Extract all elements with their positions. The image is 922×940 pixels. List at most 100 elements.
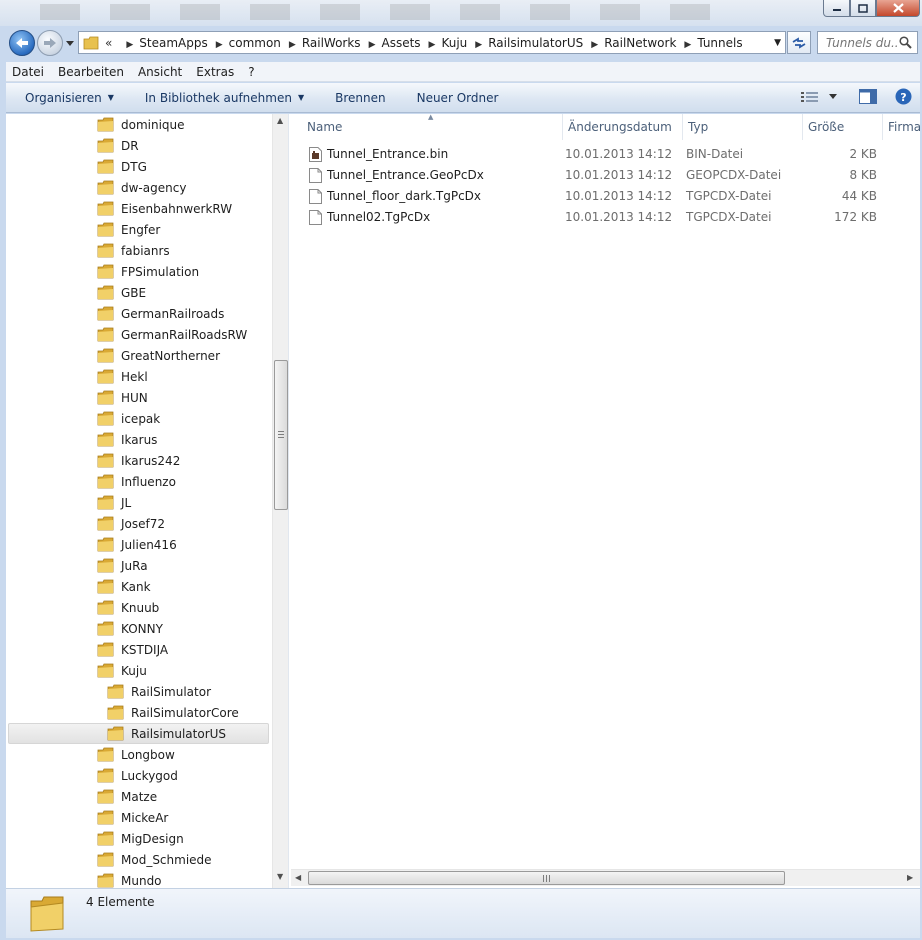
breadcrumb-chevron-icon[interactable]: ▶	[475, 40, 482, 50]
tree-item[interactable]: Longbow	[97, 744, 175, 765]
tree-item[interactable]: GreatNortherner	[97, 345, 220, 366]
breadcrumb-item[interactable]: Assets	[381, 36, 420, 50]
file-row[interactable]: Tunnel_floor_dark.TgPcDx 10.01.2013 14:12…	[303, 186, 877, 207]
breadcrumb-overflow[interactable]: «	[105, 36, 112, 50]
tree-item[interactable]: dw-agency	[97, 177, 186, 198]
scroll-up-arrow-icon[interactable]: ▲	[277, 116, 283, 125]
recent-pages-dropdown[interactable]	[65, 38, 75, 48]
tree-item[interactable]: JL	[97, 492, 131, 513]
tree-item[interactable]: fabianrs	[97, 240, 170, 261]
tree-item-label: KSTDIJA	[121, 642, 169, 657]
tree-item[interactable]: Engfer	[97, 219, 160, 240]
tree-item[interactable]: DTG	[97, 156, 147, 177]
tree-item-label: Mod_Schmiede	[121, 852, 212, 867]
breadcrumb-item[interactable]: common	[229, 36, 281, 50]
column-header-type[interactable]: Typ	[683, 114, 803, 140]
breadcrumb-item[interactable]: Tunnels	[697, 36, 742, 50]
tree-item[interactable]: KSTDIJA	[97, 639, 168, 660]
address-dropdown-button[interactable]: ▼	[774, 38, 781, 48]
scrollbar-thumb[interactable]	[308, 871, 785, 885]
scroll-left-arrow-icon[interactable]: ◀	[295, 873, 301, 882]
column-header-company[interactable]: Firma	[883, 114, 920, 140]
menu-item[interactable]: Extras	[196, 65, 234, 79]
tree-item[interactable]: MickeAr	[97, 807, 168, 828]
help-icon: ?	[895, 88, 912, 105]
column-header-date[interactable]: Änderungsdatum	[563, 114, 683, 140]
tree-item[interactable]: GermanRailroads	[97, 303, 224, 324]
minimize-button[interactable]	[823, 0, 850, 17]
close-button[interactable]	[876, 0, 920, 17]
folder-icon	[97, 222, 114, 237]
file-list-scrollbar[interactable]: ◀ ▶	[291, 869, 920, 886]
breadcrumb-item[interactable]: SteamApps	[139, 36, 207, 50]
burn-button[interactable]: Brennen	[335, 91, 385, 105]
maximize-button[interactable]	[850, 0, 876, 17]
menu-item[interactable]: ?	[248, 65, 254, 79]
tree-item[interactable]: HUN	[97, 387, 148, 408]
forward-button[interactable]	[37, 30, 63, 56]
change-view-button[interactable]	[801, 91, 837, 103]
tree-item[interactable]: RailsimulatorUS	[8, 723, 269, 744]
tree-item[interactable]: MigDesign	[97, 828, 184, 849]
breadcrumb-item[interactable]: Kuju	[441, 36, 467, 50]
breadcrumb-chevron-icon[interactable]: ▶	[429, 40, 436, 50]
breadcrumb-chevron-icon[interactable]: ▶	[289, 40, 296, 50]
tree-item[interactable]: dominique	[97, 114, 185, 135]
preview-pane-button[interactable]	[859, 89, 877, 104]
search-input[interactable]	[826, 35, 898, 50]
tree-item[interactable]: icepak	[97, 408, 160, 429]
breadcrumb-chevron-icon[interactable]: ▶	[216, 40, 223, 50]
new-folder-button[interactable]: Neuer Ordner	[417, 91, 499, 105]
breadcrumb-chevron-icon[interactable]: ▶	[591, 40, 598, 50]
tree-item[interactable]: Mod_Schmiede	[97, 849, 212, 870]
tree-item[interactable]: Ikarus	[97, 429, 157, 450]
tree-item[interactable]: Matze	[97, 786, 157, 807]
tree-item[interactable]: DR	[97, 135, 139, 156]
breadcrumb-chevron-icon[interactable]: ▶	[369, 40, 376, 50]
tree-item[interactable]: Hekl	[97, 366, 148, 387]
menu-item[interactable]: Ansicht	[138, 65, 182, 79]
tree-item[interactable]: Knuub	[97, 597, 159, 618]
file-row[interactable]: Tunnel02.TgPcDx 10.01.2013 14:12 TGPCDX-Da…	[303, 207, 877, 228]
breadcrumb-chevron-icon[interactable]: ▶	[684, 40, 691, 50]
column-header-name[interactable]: Name ▲	[291, 114, 563, 140]
tree-item[interactable]: Kank	[97, 576, 151, 597]
scroll-right-arrow-icon[interactable]: ▶	[907, 873, 913, 882]
scrollbar-thumb[interactable]	[274, 360, 288, 510]
navigation-pane-scrollbar[interactable]: ▲ ▼	[272, 114, 288, 888]
command-bar: Organisieren ▼ In Bibliothek aufnehmen ▼…	[6, 83, 920, 113]
tree-item[interactable]: Influenzo	[97, 471, 176, 492]
column-header-size[interactable]: Größe	[803, 114, 883, 140]
tree-item[interactable]: GBE	[97, 282, 146, 303]
breadcrumb-item[interactable]: RailsimulatorUS	[488, 36, 583, 50]
address-bar[interactable]: « ▶ SteamApps ▶ common ▶ RailWorks ▶ Assets ▶ Kuj…	[78, 31, 786, 54]
tree-item[interactable]: Kuju	[97, 660, 147, 681]
breadcrumb-item[interactable]: RailWorks	[302, 36, 361, 50]
tree-item[interactable]: EisenbahnwerkRW	[97, 198, 232, 219]
tree-item[interactable]: FPSimulation	[97, 261, 199, 282]
organize-button[interactable]: Organisieren ▼	[25, 91, 114, 105]
tree-item[interactable]: RailSimulatorCore	[107, 702, 239, 723]
menu-item[interactable]: Bearbeiten	[58, 65, 124, 79]
tree-item[interactable]: Julien416	[97, 534, 177, 555]
file-row[interactable]: Tunnel_Entrance.bin 10.01.2013 14:12 BIN-D…	[303, 144, 877, 165]
tree-item[interactable]: KONNY	[97, 618, 163, 639]
tree-item[interactable]: Luckygod	[97, 765, 178, 786]
tree-item[interactable]: JuRa	[97, 555, 148, 576]
file-row[interactable]: Tunnel_Entrance.GeoPcDx 10.01.2013 14:12 G…	[303, 165, 877, 186]
help-button[interactable]: ?	[895, 88, 912, 105]
menu-item[interactable]: Datei	[12, 65, 44, 79]
breadcrumb-item[interactable]: RailNetwork	[604, 36, 676, 50]
tree-item[interactable]: Ikarus242	[97, 450, 180, 471]
tree-item[interactable]: GermanRailRoadsRW	[97, 324, 247, 345]
breadcrumb-chevron-icon[interactable]: ▶	[126, 40, 133, 50]
add-to-library-button[interactable]: In Bibliothek aufnehmen ▼	[145, 91, 304, 105]
tree-item[interactable]: RailSimulator	[107, 681, 211, 702]
back-button[interactable]	[9, 30, 35, 56]
tree-item[interactable]: Mundo	[97, 870, 162, 888]
search-box[interactable]	[817, 31, 918, 54]
scroll-down-arrow-icon[interactable]: ▼	[277, 872, 283, 881]
file-type: TGPCDX-Datei	[686, 210, 772, 224]
tree-item[interactable]: Josef72	[97, 513, 165, 534]
refresh-button[interactable]	[787, 31, 811, 54]
